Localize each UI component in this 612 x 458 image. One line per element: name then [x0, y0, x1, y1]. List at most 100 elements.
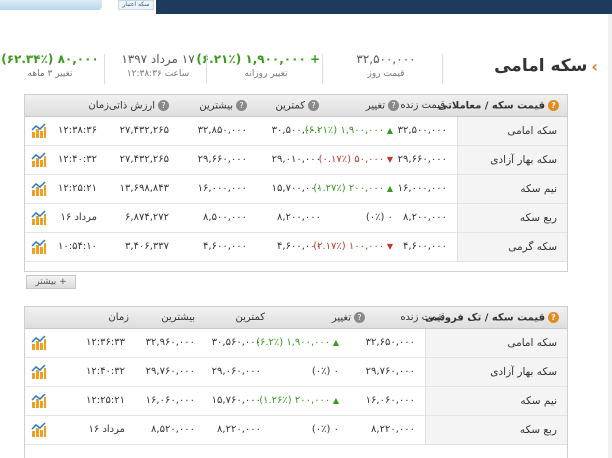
- table-row[interactable]: ربع سکه ۸,۲۲۰,۰۰۰ (۰٪) ۰ ۸,۲۲۰,۰۰۰ ۸,۵۲۰,۰۰۰…: [25, 416, 567, 445]
- site-logo[interactable]: سکه اعتبار: [118, 0, 154, 10]
- price-change: (۰٪) ۰: [311, 424, 339, 435]
- trading-price-table: ?قیمت سکه / معاملاتی قیمت زنده ?تغییر ?ک…: [24, 94, 568, 272]
- page-title-text: سکه امامی: [494, 56, 588, 76]
- chart-icon[interactable]: [31, 239, 47, 255]
- day-price-label: قیمت روز: [367, 69, 405, 79]
- help-icon[interactable]: ?: [308, 100, 319, 111]
- scrollbar[interactable]: [608, 14, 612, 458]
- col-min: کمترین: [235, 312, 265, 323]
- min-price: ۴,۶۰۰,۰۰۰: [277, 241, 321, 252]
- update-time: ۱۶ مرداد: [60, 212, 97, 223]
- table-row[interactable]: سکه بهار آزادی ۲۹,۶۶۰,۰۰۰ (۰.۱۷٪) ۵۰,۰۰۰ ▼…: [25, 146, 567, 175]
- intrinsic-value: ۲۷,۴۳۲,۲۶۵: [119, 125, 169, 136]
- date-stat: ۱۷ مرداد ۱۳۹۷ ساعت ۱۲:۳۸:۳۶: [112, 52, 204, 79]
- table-title: ?قیمت سکه / معاملاتی: [438, 100, 559, 112]
- update-time: ۱۲:۲۵:۲۱: [86, 395, 125, 406]
- price-change: (۶.۲٪) ۱,۹۰۰,۰۰۰ ▲: [256, 337, 339, 348]
- table-row[interactable]: نیم سکه ۱۶,۰۶۰,۰۰۰ (۱.۲۶٪) ۲۰۰,۰۰۰ ▲ ۱۵,۷۶۰…: [25, 387, 567, 416]
- table-row[interactable]: ربع سکه ۸,۲۰۰,۰۰۰ (۰٪) ۰ ۸,۲۰۰,۰۰۰ ۸,۵۰۰,۰۰۰…: [25, 204, 567, 233]
- arrow-down-icon: ▼: [384, 242, 393, 251]
- divider: [206, 54, 207, 84]
- col-live: قیمت زنده: [400, 312, 445, 323]
- update-time: ۱۰:۵۴:۱۰: [58, 241, 97, 252]
- retail-price-table: ?قیمت سکه / تک فروشی قیمت زنده ?تغییر کم…: [24, 306, 568, 458]
- arrow-up-icon: ▲: [330, 338, 339, 347]
- divider: [104, 54, 105, 84]
- table-body: سکه امامی ۳۲,۵۰۰,۰۰۰ (۶.۲۱٪) ۱,۹۰۰,۰۰۰ ▲ ۳۰…: [25, 117, 567, 262]
- coin-name[interactable]: ربع سکه: [457, 204, 567, 232]
- live-price: ۲۹,۶۶۰,۰۰۰: [397, 154, 447, 165]
- daily-change-label: تغییر روزانه: [244, 69, 288, 79]
- table-row[interactable]: سکه گرمی ۴,۶۰۰,۰۰۰ (۲.۱۷٪) ۱۰۰,۰۰۰ ▼ ۴,۶۰۰,…: [25, 233, 567, 262]
- col-change[interactable]: ?تغییر: [332, 312, 365, 324]
- min-price: ۱۵,۷۶۰,۰۰۰: [211, 395, 261, 406]
- chart-icon[interactable]: [31, 210, 47, 226]
- chart-icon[interactable]: [31, 422, 47, 438]
- min-price: ۲۹,۰۶۰,۰۰۰: [211, 366, 261, 377]
- col-intrinsic[interactable]: ?ارزش ذاتی: [109, 100, 169, 112]
- coin-name[interactable]: سکه بهار آزادی: [457, 146, 567, 174]
- daily-change-value: + ۱,۹۰۰,۰۰۰ (۶.۲۱٪): [196, 52, 320, 66]
- live-price: ۸,۲۰۰,۰۰۰: [403, 212, 447, 223]
- price-summary: › سکه امامی ۳۲,۵۰۰,۰۰۰ قیمت روز + ۱,۹۰۰,…: [0, 42, 612, 94]
- three-month-label: تغییر ۳ ماهه: [27, 69, 73, 79]
- update-time: ۱۶ مرداد: [88, 424, 125, 435]
- table-row[interactable]: نیم سکه ۱۶,۰۰۰,۰۰۰ (۱.۲۷٪) ۲۰۰,۰۰۰ ▲ ۱۵,۷۰۰…: [25, 175, 567, 204]
- price-change: (۱.۲۷٪) ۲۰۰,۰۰۰ ▲: [313, 183, 393, 194]
- col-min[interactable]: ?کمترین: [276, 100, 319, 112]
- arrow-down-icon: ▼: [384, 155, 393, 164]
- help-icon[interactable]: ?: [548, 100, 559, 111]
- coin-name[interactable]: نیم سکه: [425, 387, 567, 415]
- help-icon[interactable]: ?: [388, 100, 399, 111]
- chart-icon[interactable]: [31, 181, 47, 197]
- chart-icon[interactable]: [31, 393, 47, 409]
- max-price: ۱۶,۰۶۰,۰۰۰: [145, 395, 195, 406]
- help-icon[interactable]: ?: [548, 312, 559, 323]
- chart-icon[interactable]: [31, 364, 47, 380]
- min-price: ۳۰,۵۰۰,۰۰۰: [271, 125, 321, 136]
- divider: [442, 54, 443, 84]
- price-change: (۰٪) ۰: [365, 212, 393, 223]
- live-price: ۱۶,۰۰۰,۰۰۰: [397, 183, 447, 194]
- min-price: ۲۹,۰۱۰,۰۰۰: [271, 154, 321, 165]
- live-price: ۲۹,۷۶۰,۰۰۰: [365, 366, 415, 377]
- intrinsic-value: ۱۳,۶۹۸,۸۴۳: [119, 183, 169, 194]
- more-button[interactable]: + بیشتر: [26, 275, 76, 289]
- max-price: ۳۲,۸۵۰,۰۰۰: [197, 125, 247, 136]
- coin-name[interactable]: سکه امامی: [457, 117, 567, 145]
- max-price: ۴,۶۰۰,۰۰۰: [203, 241, 247, 252]
- coin-name[interactable]: ربع سکه: [425, 416, 567, 444]
- table-row[interactable]: سکه امامی ۳۲,۵۰۰,۰۰۰ (۶.۲۱٪) ۱,۹۰۰,۰۰۰ ▲ ۳۰…: [25, 117, 567, 146]
- price-change: (۰٪) ۰: [311, 366, 339, 377]
- min-price: ۱۵,۷۰۰,۰۰۰: [271, 183, 321, 194]
- help-icon[interactable]: ?: [354, 312, 365, 323]
- help-icon[interactable]: ?: [158, 100, 169, 111]
- min-price: ۸,۲۲۰,۰۰۰: [217, 424, 261, 435]
- arrow-up-icon: ▲: [384, 184, 393, 193]
- table-row[interactable]: سکه امامی ۳۲,۶۵۰,۰۰۰ (۶.۲٪) ۱,۹۰۰,۰۰۰ ▲ ۳۰,…: [25, 329, 567, 358]
- coin-name[interactable]: سکه امامی: [425, 329, 567, 357]
- day-price-stat: ۳۲,۵۰۰,۰۰۰ قیمت روز: [336, 52, 436, 79]
- table-row[interactable]: سکه بهار آزادی ۲۹,۷۶۰,۰۰۰ (۰٪) ۰ ۲۹,۰۶۰,۰۰۰…: [25, 358, 567, 387]
- coin-name[interactable]: نیم سکه: [457, 175, 567, 203]
- chart-icon[interactable]: [31, 335, 47, 351]
- coin-name[interactable]: سکه گرمی: [457, 233, 567, 261]
- three-month-value: ۸۰,۰۰۰ (۶۲.۳۴٪): [1, 52, 99, 66]
- chart-icon[interactable]: [31, 152, 47, 168]
- update-time: ۱۲:۳۶:۳۳: [86, 337, 125, 348]
- coin-name[interactable]: سکه بهار آزادی: [425, 358, 567, 386]
- arrow-up-icon: ▲: [330, 396, 339, 405]
- max-price: ۸,۵۰۰,۰۰۰: [203, 212, 247, 223]
- intrinsic-value: ۳,۴۰۶,۳۳۷: [125, 241, 169, 252]
- col-max[interactable]: ?بیشترین: [199, 100, 247, 112]
- update-time: ۱۲:۲۵:۲۱: [58, 183, 97, 194]
- chart-icon[interactable]: [31, 123, 47, 139]
- col-change[interactable]: ?تغییر: [366, 100, 399, 112]
- page-title: › سکه امامی: [494, 56, 598, 76]
- max-price: ۸,۵۲۰,۰۰۰: [151, 424, 195, 435]
- day-price-value: ۳۲,۵۰۰,۰۰۰: [356, 52, 416, 66]
- max-price: ۳۲,۹۶۰,۰۰۰: [145, 337, 195, 348]
- live-price: ۳۲,۶۵۰,۰۰۰: [365, 337, 415, 348]
- help-icon[interactable]: ?: [236, 100, 247, 111]
- table-header: ?قیمت سکه / معاملاتی قیمت زنده ?تغییر ?ک…: [25, 95, 567, 117]
